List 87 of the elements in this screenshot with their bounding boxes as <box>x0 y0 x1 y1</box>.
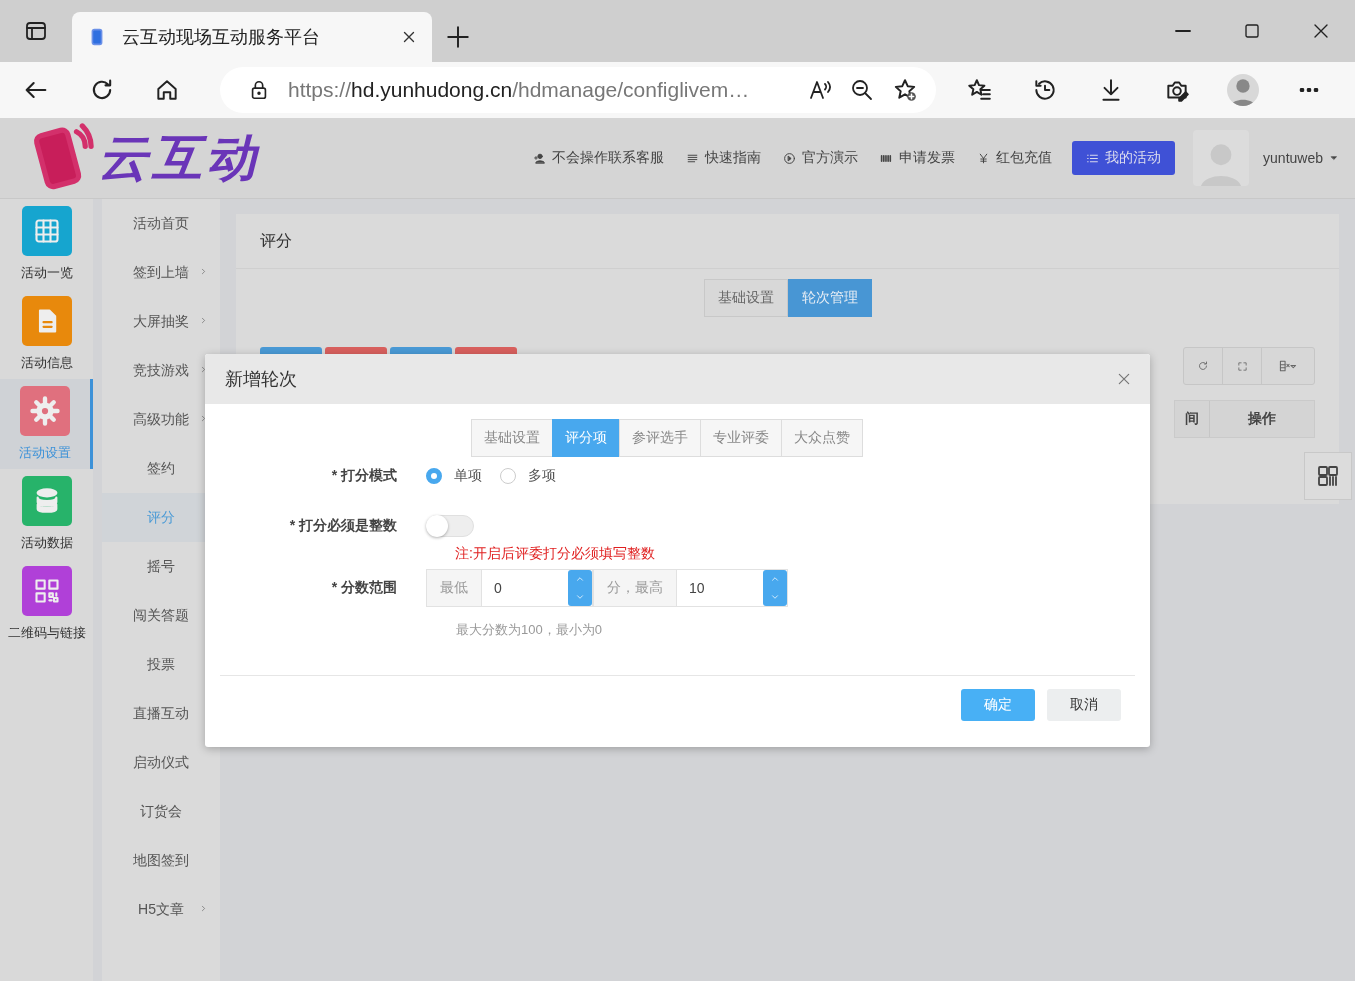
dialog-tab[interactable]: 参评选手 <box>618 419 701 457</box>
sidebar-label: 活动信息 <box>20 354 73 372</box>
qr-code-icon <box>32 577 61 605</box>
refresh-icon <box>1197 360 1209 372</box>
chevron-up-icon <box>770 574 780 584</box>
browser-tab[interactable]: 云互动现场互动服务平台 <box>72 12 432 62</box>
more-icon <box>1299 88 1319 92</box>
columns-caret-icon <box>1277 359 1299 373</box>
field-label: * 打分必须是整数 <box>288 517 398 535</box>
sidebar-label: 活动数据 <box>20 534 73 552</box>
chevron-right-icon <box>199 316 208 325</box>
page-tab[interactable]: 基础设置 <box>703 279 788 317</box>
caret-down-icon <box>1329 153 1339 163</box>
sidebar-panel-icon <box>24 19 48 43</box>
plus-icon <box>445 24 471 50</box>
table-header-cell: 操作 <box>1209 401 1314 437</box>
input-prefix: 最低 <box>426 569 482 607</box>
play-circle-icon <box>783 151 797 165</box>
sidebar-item[interactable]: 活动数据 <box>0 469 93 559</box>
home-icon <box>154 77 180 103</box>
cancel-button[interactable]: 取消 <box>1047 689 1121 721</box>
user-menu[interactable]: yuntuweb <box>1263 150 1339 166</box>
apps-button[interactable] <box>1304 452 1352 500</box>
submenu-item[interactable]: 高级功能 <box>102 395 220 444</box>
submenu-item[interactable]: 大屏抽奖 <box>102 297 220 346</box>
table-header-cell-text: 间 <box>1184 409 1200 428</box>
radio-label: 多项 <box>528 467 556 485</box>
dialog-title: 新增轮次 <box>225 368 298 391</box>
header-link[interactable]: 不会操作联系客服 <box>533 149 665 167</box>
history-icon <box>1032 77 1058 103</box>
chevron-right-icon <box>199 904 208 913</box>
my-activities-button[interactable]: 我的活动 <box>1072 141 1176 175</box>
field-label: * 打分模式 <box>330 467 398 485</box>
star-add-icon <box>892 77 918 103</box>
sidebar-label: 活动一览 <box>20 264 73 282</box>
dialog-tab[interactable]: 大众点赞 <box>780 419 863 457</box>
fullscreen-icon <box>1236 360 1248 372</box>
submenu-item[interactable]: 活动首页 <box>102 199 220 248</box>
number-input[interactable]: 10 <box>677 569 788 607</box>
submenu-item[interactable]: 竞技游戏 <box>102 346 220 395</box>
minimize-icon <box>1174 30 1191 32</box>
radio-button[interactable] <box>500 468 516 484</box>
submenu-item[interactable]: 订货会 <box>102 787 220 836</box>
chevron-up-icon <box>575 574 585 584</box>
field-label: * 分数范围 <box>330 579 398 597</box>
maximize-icon <box>1242 22 1261 40</box>
page-title: 评分 <box>236 214 1339 269</box>
apps-icon <box>1316 464 1340 488</box>
sidebar-item[interactable]: 活动信息 <box>0 289 93 379</box>
read-aloud-icon <box>808 78 832 102</box>
zoom-out-icon <box>850 78 874 102</box>
header-link[interactable]: 申请发票 <box>880 149 956 167</box>
input-infix: 分，最高 <box>593 569 677 607</box>
chevron-down-icon <box>770 592 780 602</box>
submenu-item[interactable]: 地图签到 <box>102 836 220 885</box>
sidebar-item[interactable]: 二维码与链接 <box>0 559 93 649</box>
url-text: https://hd.yunhudong.cn/hdmanage/configlivem… <box>288 78 751 102</box>
user-add-icon <box>533 151 547 165</box>
dialog-tab[interactable]: 基础设置 <box>470 419 553 457</box>
sidebar-label: 二维码与链接 <box>7 624 86 642</box>
help-text: 最大分数为100，最小为0 <box>456 621 603 639</box>
settings-icon <box>30 396 60 426</box>
submenu-item[interactable]: 签到上墙 <box>102 248 220 297</box>
sidebar-item[interactable]: 活动一览 <box>0 199 93 289</box>
warning-note: 注:开启后评委打分必须填写整数 <box>455 545 656 563</box>
chevron-down-icon <box>575 592 585 602</box>
radio-label: 单项 <box>454 467 482 485</box>
submenu-item[interactable]: 启动仪式 <box>102 738 220 787</box>
logo-text: 云互动 <box>98 128 260 188</box>
header-link[interactable]: 红包充值 <box>977 149 1053 167</box>
header-link[interactable]: 官方演示 <box>783 149 859 167</box>
radio-button[interactable] <box>426 468 442 484</box>
sidebar-label: 活动设置 <box>19 444 71 462</box>
chevron-right-icon <box>199 414 208 423</box>
header-link[interactable]: 快速指南 <box>686 149 762 167</box>
close-button[interactable] <box>1116 371 1132 387</box>
tab-title: 云互动现场互动服务平台 <box>122 26 321 49</box>
number-input[interactable]: 0 <box>482 569 593 607</box>
star-list-icon <box>966 77 992 103</box>
close-icon <box>1116 371 1132 387</box>
address-bar[interactable]: https://hd.yunhudong.cn/hdmanage/configlivem… <box>220 67 936 113</box>
chevron-right-icon <box>199 365 208 374</box>
chevron-right-icon <box>199 267 208 276</box>
submenu-item[interactable]: H5文章 <box>102 885 220 934</box>
grid-icon <box>32 217 61 245</box>
dialog-tab[interactable]: 专业评委 <box>699 419 782 457</box>
toggle-switch[interactable] <box>426 515 474 537</box>
